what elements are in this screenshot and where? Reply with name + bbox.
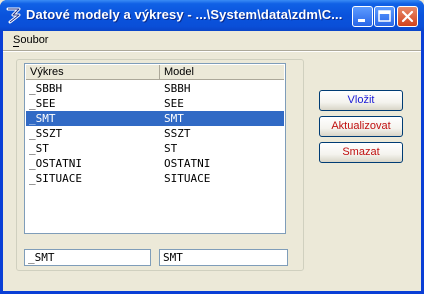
list-item-model: SITUACE [164,172,211,185]
maximize-button[interactable] [374,6,395,27]
column-header-model[interactable]: Model [160,65,284,80]
list-item[interactable]: _ST ST [26,141,284,156]
app-logo-icon [6,7,21,24]
list-item-vykres: _SBBH [29,82,63,95]
maximize-icon [378,10,391,22]
list-item-vykres: _SITUACE [29,172,82,185]
list-item[interactable]: _SMT SMT [26,111,284,126]
list-item-vykres: _ST [29,142,49,155]
list-item[interactable]: _SITUACE SITUACE [26,171,284,186]
list-item[interactable]: _SEE SEE [26,96,284,111]
list-item-vykres: _SSZT [29,127,63,140]
insert-button[interactable]: Vložit [319,90,403,111]
list-item[interactable]: _SSZT SSZT [26,126,284,141]
list-item[interactable]: _OSTATNI OSTATNI [26,156,284,171]
list-item-model: SMT [164,112,184,125]
menu-separator [3,50,421,52]
minimize-button[interactable] [352,6,373,27]
list-item-model: SEE [164,97,184,110]
delete-button[interactable]: Smazat [319,142,403,163]
update-button[interactable]: Aktualizovat [319,116,403,137]
list-header: Výkres Model [26,65,284,80]
list-item-model: ST [164,142,178,155]
list-rows: _SBBH SBBH _SEE SEE _SMT SMT _SSZT SSZT _ST ST _OS… [26,81,284,186]
list-item[interactable]: _SBBH SBBH [26,81,284,96]
list-item-vykres: _SEE [29,97,56,110]
drawings-list[interactable]: Výkres Model _SBBH SBBH _SEE SEE _SMT SMT _SSZ… [24,63,286,234]
column-header-vykres[interactable]: Výkres [26,65,160,80]
title-bar[interactable]: Datové modely a výkresy - ...\System\dat… [0,0,424,31]
list-item-model: SSZT [164,127,191,140]
menu-mnemonic-underline [13,46,19,47]
menu-soubor[interactable]: Soubor [13,34,48,46]
list-item-vykres: _SMT [29,112,56,125]
client-area: Soubor Výkres Model _SBBH SBBH _SEE SEE _SMT… [3,31,421,291]
close-button[interactable] [397,6,418,27]
list-viewport: Výkres Model _SBBH SBBH _SEE SEE _SMT SMT _SSZ… [26,65,284,232]
vykres-field[interactable]: _SMT [24,249,151,266]
list-item-model: SBBH [164,82,191,95]
menu-bar: Soubor [3,31,421,49]
window-title: Datové modely a výkresy - ...\System\dat… [26,7,343,22]
list-item-model: OSTATNI [164,157,211,170]
model-field[interactable]: SMT [159,249,288,266]
close-icon [401,10,414,23]
list-item-vykres: _OSTATNI [29,157,82,170]
app-window: Datové modely a výkresy - ...\System\dat… [0,0,424,294]
minimize-icon [358,19,365,22]
